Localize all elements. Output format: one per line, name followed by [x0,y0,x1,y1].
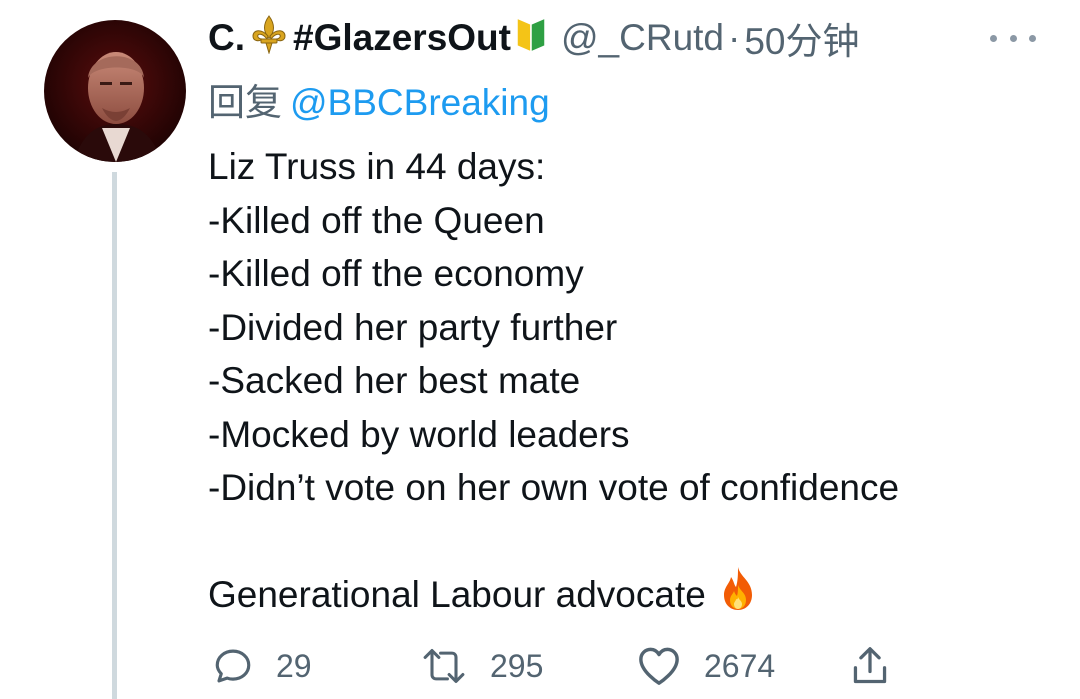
more-options-icon[interactable] [990,18,1036,58]
replying-to: 回复 @BBCBreaking [208,72,550,126]
more-dot [1009,34,1017,42]
more-dot [990,34,997,42]
tweet-text-blank-line [208,515,899,569]
beginner-badge-icon [515,14,547,63]
author-name-prefix: C. [208,17,245,58]
more-dot [1029,34,1036,42]
author-name-hashtag: #GlazersOut [293,17,511,58]
retweet-icon [420,645,468,687]
heart-icon [636,645,682,687]
thread-connector-line [112,172,117,699]
tweet-text-line: -Killed off the Queen [208,199,545,241]
reply-to-handle-link[interactable]: @BBCBreaking [290,82,550,123]
tweet-text-line: -Killed off the economy [208,253,584,294]
reply-button[interactable]: 29 [212,640,312,692]
like-button[interactable]: 2674 [636,640,775,692]
avatar[interactable] [44,20,186,162]
fleur-de-lis-icon [251,14,287,63]
like-count: 2674 [704,647,776,684]
retweet-button[interactable]: 295 [420,640,543,692]
author-display-name[interactable]: C. #GlazersOut [208,14,547,63]
reply-count: 29 [276,647,312,684]
fire-icon [718,565,758,626]
tweet-text-line: -Divided her party further [208,306,618,348]
tweet-text-line: -Didn’t vote on her own vote of confiden… [208,467,900,508]
retweet-count: 295 [490,647,544,684]
reply-icon [212,645,254,687]
tweet-timestamp[interactable]: 50分钟 [744,11,859,65]
tweet-text-line: Generational Labour advocate [208,574,706,615]
tweet-text-last-line: Generational Labour advocate [208,566,899,622]
reply-prefix-label: 回复 [208,82,282,123]
tweet-actions: 29 295 2674 [212,640,912,692]
tweet-header: C. #GlazersOut @_CRutd · 50分钟 [208,10,859,66]
dot-separator: · [728,17,741,58]
tweet-text: Liz Truss in 44 days: -Killed off the Qu… [208,140,899,622]
share-icon [850,644,890,688]
tweet-text-line: Liz Truss in 44 days: [208,146,546,187]
tweet-text-line: -Mocked by world leaders [208,413,630,455]
tweet-text-line: -Sacked her best mate [208,360,581,401]
share-button[interactable] [850,640,890,692]
author-handle[interactable]: @_CRutd [561,17,724,59]
avatar-portrait-image [44,20,186,162]
